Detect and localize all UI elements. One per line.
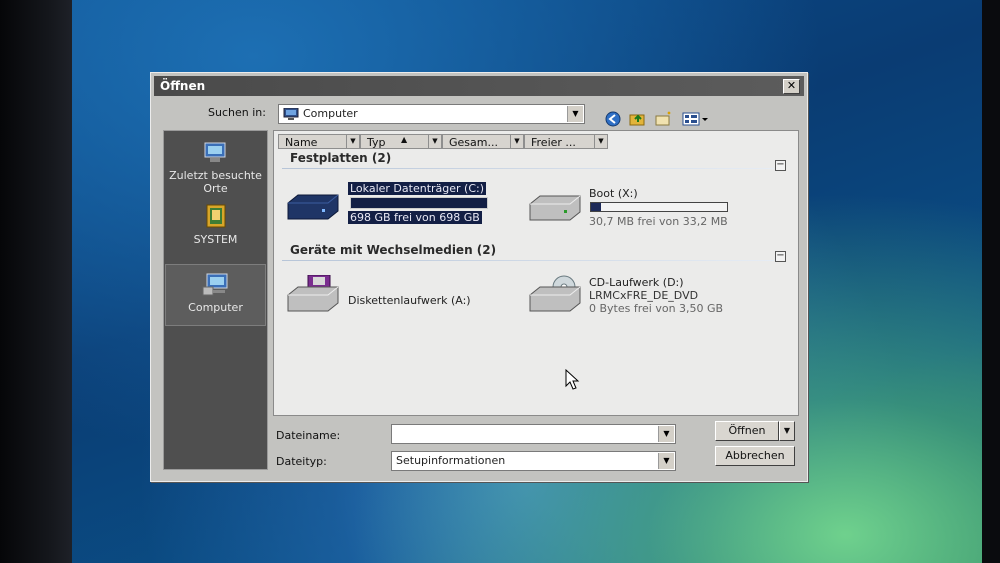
places-bar: Zuletzt besuchte Orte SYSTEM Computer [163,130,268,470]
up-folder-icon[interactable] [629,111,647,127]
filename-label: Dateiname: [276,429,341,442]
lookin-value: Computer [303,107,358,120]
place-system[interactable]: SYSTEM [168,201,263,246]
group-title-hard-drives: Festplatten (2) [290,151,392,165]
chevron-down-icon[interactable]: ▼ [658,453,674,469]
recent-places-icon [201,137,231,167]
drive-info: 698 GB frei von 698 GB [348,211,482,224]
monitor-bezel [0,0,72,563]
cancel-button[interactable]: Abbrechen [715,446,795,466]
drive-name[interactable]: Diskettenlaufwerk (A:) [348,294,471,307]
open-button[interactable]: Öffnen [715,421,779,441]
group-divider [282,168,774,169]
computer-icon [201,269,231,299]
drive-name: Lokaler Datenträger (C:) [348,182,487,195]
open-split-arrow[interactable]: ▼ [779,421,795,441]
drive-c-item[interactable]: Lokaler Datenträger (C:) 698 GB frei von… [348,182,490,224]
column-header-name[interactable]: Name ▼ [278,134,360,149]
place-computer[interactable]: Computer [165,264,266,326]
hard-drive-icon [284,193,342,227]
place-label: Computer [188,301,243,314]
group-title-removable: Geräte mit Wechselmedien (2) [290,243,497,257]
column-header-type[interactable]: Typ ▲ ▼ [360,134,442,149]
monitor-bezel-right [982,0,1000,563]
place-recent[interactable]: Zuletzt besuchte Orte [168,137,263,195]
filetype-select[interactable]: Setupinformationen ▼ [391,451,676,471]
collapse-icon[interactable]: − [775,160,786,171]
chevron-down-icon[interactable]: ▼ [346,135,359,148]
title-bar[interactable]: Öffnen ✕ [154,76,804,96]
sort-up-icon: ▲ [401,135,408,144]
group-divider [282,260,774,261]
computer-icon [283,107,299,124]
lookin-dropdown-arrow[interactable]: ▼ [567,106,583,122]
filename-input[interactable]: ▼ [391,424,676,444]
lookin-combo[interactable]: Computer ▼ [278,104,585,124]
drive-info: 0 Bytes frei von 3,50 GB [589,302,724,315]
floppy-drive-icon [284,274,342,319]
place-label: SYSTEM [193,233,238,246]
chevron-down-icon[interactable]: ▼ [594,135,607,148]
cd-drive-icon [526,275,584,319]
chevron-down-icon[interactable]: ▼ [428,135,441,148]
chevron-down-icon[interactable]: ▼ [510,135,523,148]
filetype-label: Dateityp: [276,455,327,468]
collapse-icon[interactable]: − [775,251,786,262]
drive-info: 30,7 MB frei von 33,2 MB [589,215,728,228]
drive-name[interactable]: Boot (X:) [589,187,638,200]
view-menu-icon[interactable] [682,111,710,127]
close-button[interactable]: ✕ [783,79,800,94]
new-folder-icon[interactable] [655,111,673,127]
drive-name[interactable]: CD-Laufwerk (D:) [589,276,684,289]
chevron-down-icon[interactable]: ▼ [658,426,674,442]
drive-c-usage-bar [350,197,488,209]
dialog-title: Öffnen [160,79,206,93]
hard-drive-icon [526,194,584,228]
drive-volume-label: LRMCxFRE_DE_DVD [589,289,699,302]
user-folder-icon [201,201,231,231]
open-file-dialog: Öffnen ✕ Suchen in: Computer ▼ Zuletzt b… [150,72,808,482]
file-list-view[interactable]: Name ▼ Typ ▲ ▼ Gesam... ▼ Freier ... ▼ Festpl… [273,130,799,416]
drive-x-usage-bar [590,202,728,212]
lookin-label: Suchen in: [208,106,266,119]
back-icon[interactable] [604,111,622,127]
column-header-total[interactable]: Gesam... ▼ [442,134,524,149]
column-header-free[interactable]: Freier ... ▼ [524,134,608,149]
place-label: Zuletzt besuchte Orte [169,169,262,195]
mouse-cursor-icon [565,368,581,395]
